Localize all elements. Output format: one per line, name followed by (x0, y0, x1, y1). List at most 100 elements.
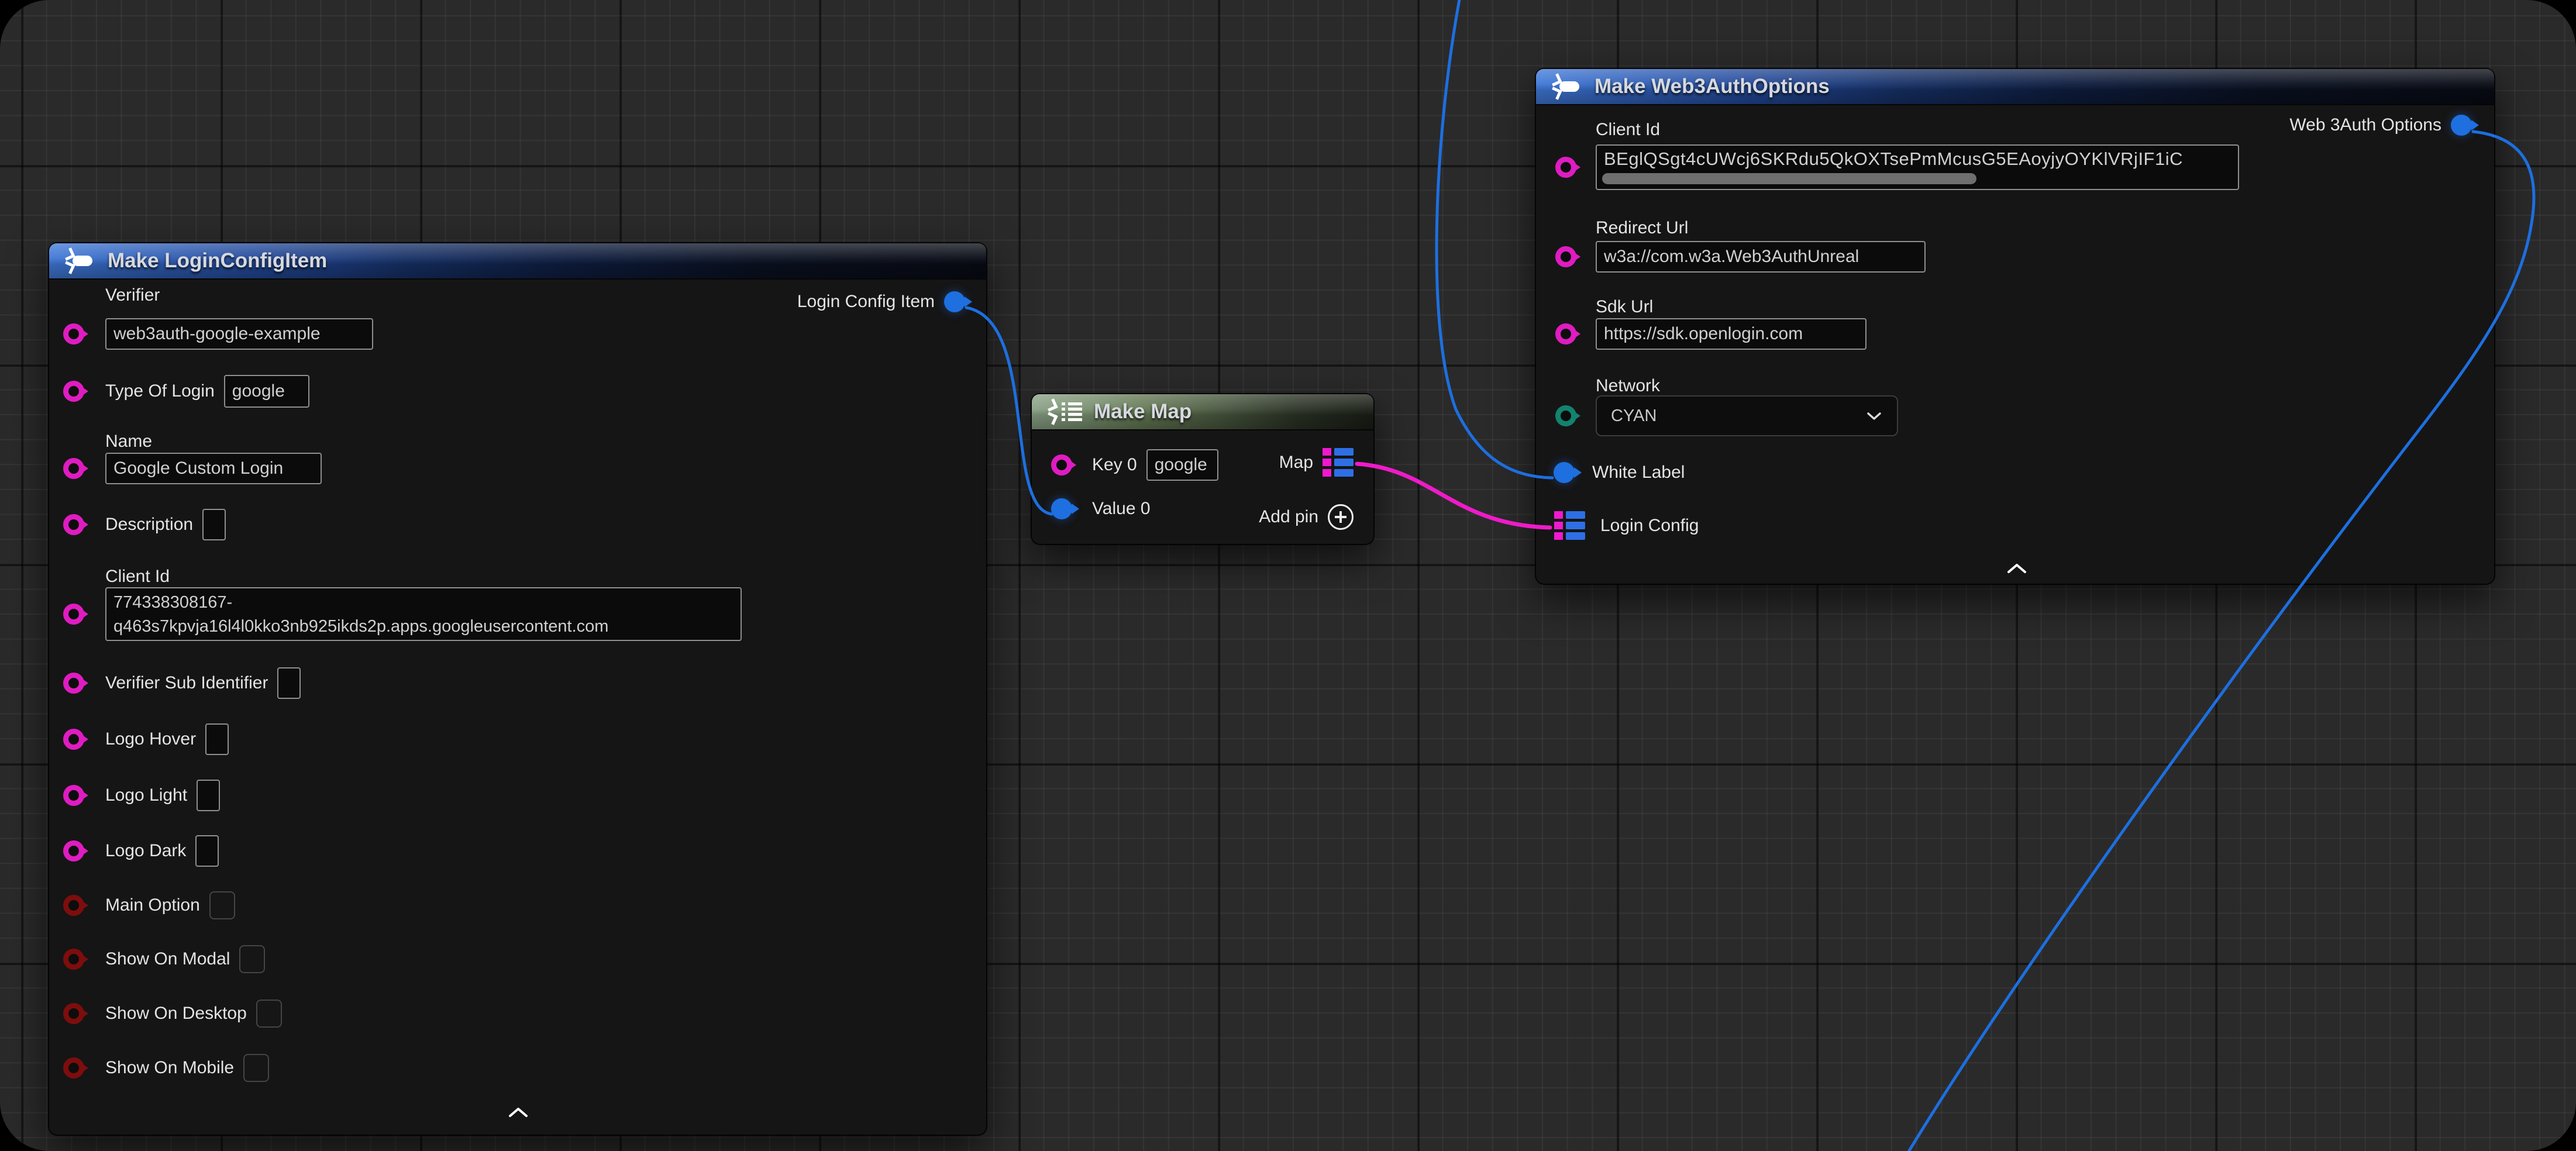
pin-show-on-desktop[interactable] (63, 1003, 84, 1024)
client-id-input[interactable]: BEglQSgt4cUWcj6SKRdu5QkOXTsePmMcusG5EAoy… (1596, 144, 2239, 190)
pin-label-logo-hover: Logo Hover (105, 729, 196, 749)
pin-row-client-id: BEglQSgt4cUWcj6SKRdu5QkOXTsePmMcusG5EAoy… (1555, 144, 2239, 190)
logo-dark-input[interactable] (195, 835, 219, 867)
pin-verifier-sub-identifier[interactable] (63, 673, 84, 694)
main-option-checkbox[interactable] (209, 891, 235, 919)
pin-name[interactable] (63, 458, 84, 479)
pin-row-white-label: White Label (1554, 462, 1685, 483)
pin-label-verifier: Verifier (105, 285, 160, 305)
pin-label-sdk-url: Sdk Url (1596, 297, 1653, 317)
node-make-web3authoptions[interactable]: Make Web3AuthOptions Web 3Auth Options C… (1536, 69, 2494, 584)
node-make-map[interactable]: Make Map Key 0 google Map Value 0 Add pi… (1032, 394, 1373, 544)
pin-label-logo-dark: Logo Dark (105, 841, 186, 861)
collapse-node-button[interactable] (2003, 560, 2030, 577)
pin-label-description: Description (105, 515, 193, 535)
pin-row-sdk-url: https://sdk.openlogin.com (1555, 318, 1866, 350)
pin-label-type-of-login: Type Of Login (105, 381, 215, 401)
chevron-up-icon (507, 1106, 530, 1119)
pin-label-value0: Value 0 (1092, 499, 1151, 519)
pin-client-id[interactable] (1555, 157, 1576, 178)
key0-input[interactable]: google (1146, 449, 1218, 481)
client-id-scrollbar[interactable] (1602, 173, 1976, 184)
show-on-modal-checkbox[interactable] (239, 945, 265, 973)
pin-description[interactable] (63, 514, 84, 535)
pin-row-network: CYAN (1555, 395, 1898, 436)
pin-label-key0: Key 0 (1092, 455, 1137, 475)
pin-main-option[interactable] (63, 895, 84, 916)
client-id-value: BEglQSgt4cUWcj6SKRdu5QkOXTsePmMcusG5EAoy… (1604, 146, 2183, 173)
pin-client-id[interactable] (63, 604, 84, 625)
pin-row-verifier-sub-identifier: Verifier Sub Identifier (63, 667, 301, 699)
output-pin-label: Map (1279, 453, 1313, 473)
pin-row-redirect-url: w3a://com.w3a.Web3AuthUnreal (1555, 241, 1926, 273)
chevron-up-icon (2005, 562, 2029, 575)
collapse-node-button[interactable] (505, 1104, 532, 1121)
pin-redirect-url[interactable] (1555, 246, 1576, 267)
pin-row-logo-hover: Logo Hover (63, 723, 229, 755)
pin-row-logo-dark: Logo Dark (63, 835, 219, 867)
pin-web3auth-options-output[interactable] (2451, 115, 2472, 136)
pin-row-value0: Value 0 (1051, 498, 1151, 519)
pin-login-config[interactable] (1554, 511, 1585, 540)
pin-logo-hover[interactable] (63, 729, 84, 750)
pin-show-on-mobile[interactable] (63, 1057, 84, 1078)
pin-login-config-item-output[interactable] (944, 291, 965, 312)
pin-label-show-on-mobile: Show On Mobile (105, 1058, 234, 1078)
wire-offscreen-to-white-label[interactable] (1437, 0, 1552, 478)
pin-label-name: Name (105, 432, 152, 452)
redirect-url-input[interactable]: w3a://com.w3a.Web3AuthUnreal (1596, 241, 1926, 273)
show-on-desktop-checkbox[interactable] (256, 1000, 282, 1028)
pin-row-main-option: Main Option (63, 891, 235, 919)
pin-label-verifier-sub-identifier: Verifier Sub Identifier (105, 673, 268, 693)
output-pin-label: Web 3Auth Options (2289, 115, 2441, 135)
type-of-login-input[interactable]: google (224, 375, 309, 408)
node-title-bar[interactable]: Make LoginConfigItem (49, 243, 986, 280)
node-title-bar[interactable]: Make Web3AuthOptions (1536, 69, 2494, 105)
make-struct-icon (62, 247, 97, 274)
logo-light-input[interactable] (197, 780, 220, 811)
output-row-map: Map (1279, 448, 1354, 477)
pin-label-show-on-desktop: Show On Desktop (105, 1004, 247, 1024)
pin-row-client-id: 774338308167- q463s7kpvja16l4l0kko3nb925… (63, 587, 742, 641)
pin-key0[interactable] (1051, 454, 1072, 475)
pin-row-type-of-login: Type Of Login google (63, 375, 309, 408)
pin-type-of-login[interactable] (63, 381, 84, 402)
network-selected-value: CYAN (1611, 406, 1657, 426)
pin-row-logo-light: Logo Light (63, 780, 220, 811)
pin-label-logo-light: Logo Light (105, 785, 187, 805)
logo-hover-input[interactable] (205, 723, 229, 755)
node-make-loginconfigitem[interactable]: Make LoginConfigItem Login Config Item V… (49, 243, 986, 1135)
blueprint-graph-canvas[interactable]: Make LoginConfigItem Login Config Item V… (0, 0, 2576, 1151)
sdk-url-input[interactable]: https://sdk.openlogin.com (1596, 318, 1866, 350)
output-row-login-config-item: Login Config Item (797, 291, 965, 312)
add-pin-button[interactable] (1328, 504, 1354, 530)
pin-sdk-url[interactable] (1555, 323, 1576, 344)
description-input[interactable] (202, 509, 226, 540)
client-id-line1: 774338308167- (113, 591, 733, 615)
pin-row-description: Description (63, 509, 226, 540)
verifier-sub-identifier-input[interactable] (277, 667, 301, 699)
pin-label-redirect-url: Redirect Url (1596, 218, 1688, 238)
pin-logo-dark[interactable] (63, 840, 84, 861)
name-input[interactable]: Google Custom Login (105, 453, 322, 484)
pin-map-output[interactable] (1323, 448, 1354, 477)
client-id-input[interactable]: 774338308167- q463s7kpvja16l4l0kko3nb925… (105, 587, 742, 641)
pin-show-on-modal[interactable] (63, 949, 84, 970)
pin-logo-light[interactable] (63, 785, 84, 806)
verifier-input[interactable]: web3auth-google-example (105, 318, 373, 350)
pin-verifier[interactable] (63, 323, 84, 344)
pin-row-show-on-mobile: Show On Mobile (63, 1054, 269, 1082)
client-id-line2: q463s7kpvja16l4l0kko3nb925ikds2p.apps.go… (113, 615, 733, 639)
pin-label-network: Network (1596, 376, 1660, 396)
node-title-bar[interactable]: Make Map (1032, 394, 1373, 430)
show-on-mobile-checkbox[interactable] (243, 1054, 269, 1082)
pin-row-login-config: Login Config (1554, 511, 1699, 540)
pin-label-show-on-modal: Show On Modal (105, 949, 230, 969)
network-dropdown[interactable]: CYAN (1596, 395, 1898, 436)
pin-white-label[interactable] (1554, 462, 1575, 483)
make-struct-icon (1549, 73, 1584, 100)
pin-network[interactable] (1555, 405, 1576, 426)
output-row-web3auth-options: Web 3Auth Options (2289, 115, 2472, 136)
pin-value0[interactable] (1051, 498, 1072, 519)
pin-row-verifier: web3auth-google-example (63, 318, 373, 350)
